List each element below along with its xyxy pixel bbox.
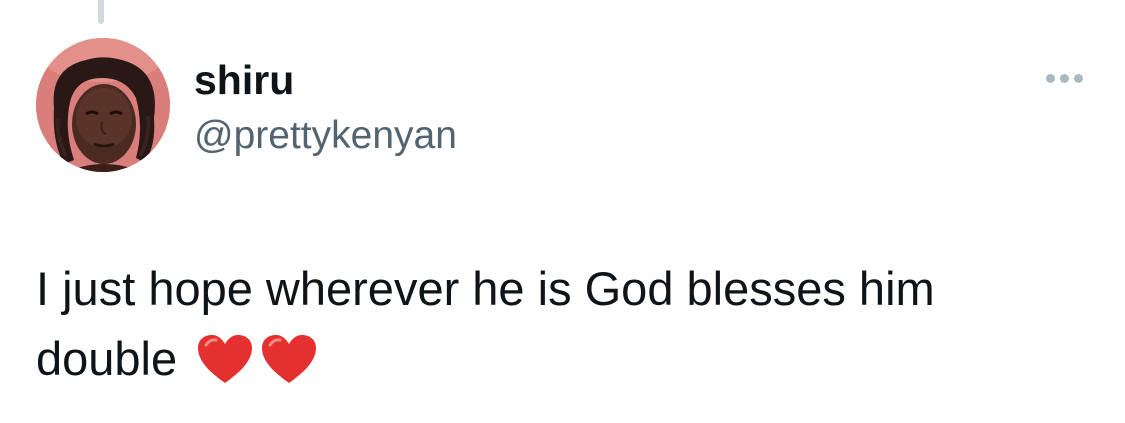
tweet-text: I just hope wherever he is God blesses h… — [36, 254, 1076, 404]
red-heart-icon — [260, 333, 318, 404]
more-dot — [1045, 73, 1055, 83]
author-handle[interactable]: @prettykenyan — [194, 112, 457, 160]
tweet-text-line-1: I just hope wherever he is God blesses h… — [36, 262, 935, 315]
more-options-icon[interactable] — [1036, 64, 1092, 92]
more-dot — [1059, 73, 1069, 83]
author-display-name[interactable]: shiru — [194, 56, 294, 104]
avatar-photo-icon — [36, 38, 170, 172]
thread-connector-line — [98, 0, 104, 24]
more-dot — [1073, 73, 1083, 83]
red-heart-icon — [196, 333, 254, 404]
tweet-card[interactable]: shiru @prettykenyan I just hope wherever… — [0, 0, 1125, 423]
tweet-text-line-2: double — [36, 332, 178, 385]
avatar[interactable] — [36, 38, 170, 172]
